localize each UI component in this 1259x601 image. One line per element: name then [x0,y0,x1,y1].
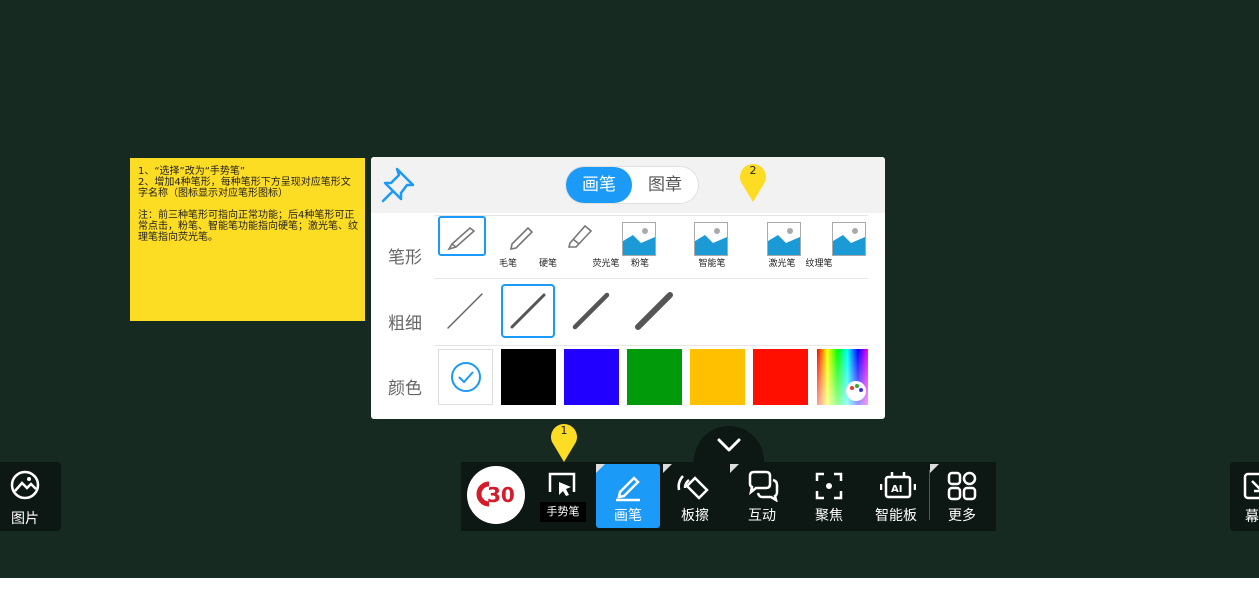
annotation-note-text: 1、“选择”改为“手势笔” 2、增加4种笔形，每种笔形下方呈现对应笔形文字名称（… [138,166,358,243]
screen-button[interactable]: 幕 [1230,462,1259,531]
panel-tab-switch: 画笔 图章 [565,166,699,204]
highlighter-icon [567,224,593,248]
app-logo[interactable]: 30 [467,466,525,524]
chevron-down-icon [717,438,741,452]
marker-pin-2: 2 [738,162,768,202]
picture-button[interactable]: 图片 [0,462,61,531]
thickness-option-3[interactable] [564,284,618,338]
image-placeholder-icon [767,222,801,256]
pen-name-chalk: 粉笔 [630,259,649,269]
pen-option-brush[interactable]: 毛笔 [434,216,517,276]
color-swatch-yellow[interactable] [690,349,745,405]
color-list [434,345,868,408]
pen-tool-label: 画笔 [614,508,642,524]
tab-stamp[interactable]: 图章 [632,167,698,203]
color-swatch-green[interactable] [627,349,682,405]
brush-icon [447,226,476,251]
gesture-pen-button[interactable]: 手势笔 [530,464,594,528]
pen-settings-panel: 画笔 图章 笔形 毛笔 硬笔 荧光笔 粉笔 智能笔 激光笔 纹理笔 粗细 颜色 [371,157,885,419]
pen-option-hard[interactable]: 硬笔 [496,216,557,276]
grid-more-icon [947,471,977,501]
corner-indicator [596,464,605,473]
gesture-pen-label: 手势笔 [540,502,586,522]
pin-icon[interactable] [379,165,419,205]
tab-pen[interactable]: 画笔 [566,167,632,203]
interact-label: 互动 [748,508,776,524]
svg-text:AI: AI [891,484,902,495]
image-placeholder-icon [694,222,728,256]
pen-option-smart[interactable]: 智能笔 [694,216,746,276]
smartboard-button[interactable]: AI 智能板 [864,464,928,528]
logo-icon: 30 [476,481,515,507]
pen-shape-label: 笔形 [388,248,422,268]
color-swatch-white[interactable] [438,349,493,405]
pen-option-more[interactable] [832,216,884,276]
palette-icon [846,381,866,401]
corner-indicator [663,464,672,473]
color-swatch-black[interactable] [501,349,556,405]
screen-label: 幕 [1245,509,1259,525]
pen-icon [616,476,640,502]
picture-label: 图片 [11,511,39,527]
thickness-list [438,284,868,340]
corner-indicator [930,464,939,473]
corner-indicator [730,464,739,473]
focus-button[interactable]: 聚焦 [797,464,861,528]
image-placeholder-icon [832,222,866,256]
bottom-strip [0,578,1259,601]
ai-board-icon: AI [880,472,916,499]
focus-label: 聚焦 [815,508,843,524]
color-swatch-custom[interactable] [817,349,868,405]
image-placeholder-icon [622,222,656,256]
screen-icon [1243,472,1259,500]
pen-box-selected [438,216,486,256]
annotation-note: 1、“选择”改为“手势笔” 2、增加4种笔形，每种笔形下方呈现对应笔形文字名称（… [130,158,365,321]
bottom-toolbar: 30 手势笔 画笔 板擦 互动 聚焦 AI 智能板 更多 [461,462,996,531]
panel-header: 画笔 图章 [371,157,885,213]
color-swatch-blue[interactable] [564,349,619,405]
eraser-label: 板擦 [681,508,709,524]
thickness-option-2[interactable] [501,284,555,338]
chat-bubbles-icon [748,470,779,502]
thickness-option-4[interactable] [627,284,681,338]
smartboard-label: 智能板 [875,508,917,524]
marker-pin-1: 1 [549,422,579,462]
more-label: 更多 [948,508,976,524]
color-label: 颜色 [388,379,422,399]
interact-button[interactable]: 互动 [730,464,794,528]
pencil-icon [509,226,534,251]
color-swatch-red[interactable] [753,349,808,405]
checkmark-icon [451,362,481,392]
image-icon [10,470,40,500]
more-button[interactable]: 更多 [930,464,994,528]
pen-option-chalk[interactable]: 粉笔 [622,216,674,276]
eraser-button[interactable]: 板擦 [663,464,727,528]
pen-name-smart: 智能笔 [698,259,726,269]
thickness-label: 粗细 [388,314,422,334]
thickness-option-1[interactable] [438,284,492,338]
pen-tool-button[interactable]: 画笔 [596,464,660,528]
svg-text:30: 30 [487,483,515,507]
pen-shape-list: 毛笔 硬笔 荧光笔 粉笔 智能笔 激光笔 纹理笔 [434,215,868,279]
eraser-icon [677,475,709,500]
pen-option-laser[interactable]: 激光笔 纹理笔 [767,216,833,276]
cursor-select-icon [548,472,576,496]
pen-option-highlighter[interactable]: 荧光笔 [554,216,620,276]
focus-icon [815,472,843,500]
